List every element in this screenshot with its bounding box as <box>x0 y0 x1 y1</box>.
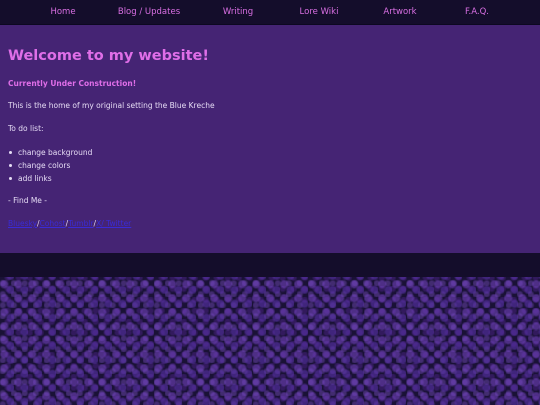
nav-home-link[interactable]: Home <box>50 0 75 24</box>
nav-artwork-link[interactable]: Artwork <box>383 0 416 24</box>
nav-blog-link[interactable]: Blog / Updates <box>118 0 180 24</box>
todo-item: change colors <box>8 159 92 172</box>
cohost-link[interactable]: Cohost <box>40 219 66 228</box>
top-nav: Home Blog / Updates Writing Lore Wiki Ar… <box>0 0 540 25</box>
todo-item: add links <box>8 172 92 185</box>
nav-writing-link[interactable]: Writing <box>223 0 253 24</box>
construction-notice: Currently Under Construction! <box>8 79 137 88</box>
todo-list: change background change colors add link… <box>8 146 92 185</box>
twitter-link[interactable]: X/ Twitter <box>96 219 131 228</box>
page-title: Welcome to my website! <box>8 48 209 64</box>
todo-item: change background <box>8 146 92 159</box>
main-content: Welcome to my website! Currently Under C… <box>0 25 540 253</box>
footer-band <box>0 253 540 277</box>
nav-lore-wiki-link[interactable]: Lore Wiki <box>300 0 339 24</box>
intro-text: This is the home of my original setting … <box>8 101 215 110</box>
todo-heading: To do list: <box>8 124 44 133</box>
tumblr-link[interactable]: Tumblr <box>68 219 93 228</box>
social-links: Bluesky/Cohost/Tumblr/X/ Twitter <box>8 219 131 228</box>
nav-faq-link[interactable]: F.A.Q. <box>465 0 489 24</box>
find-me-heading: - Find Me - <box>8 196 48 205</box>
bluesky-link[interactable]: Bluesky <box>8 219 37 228</box>
